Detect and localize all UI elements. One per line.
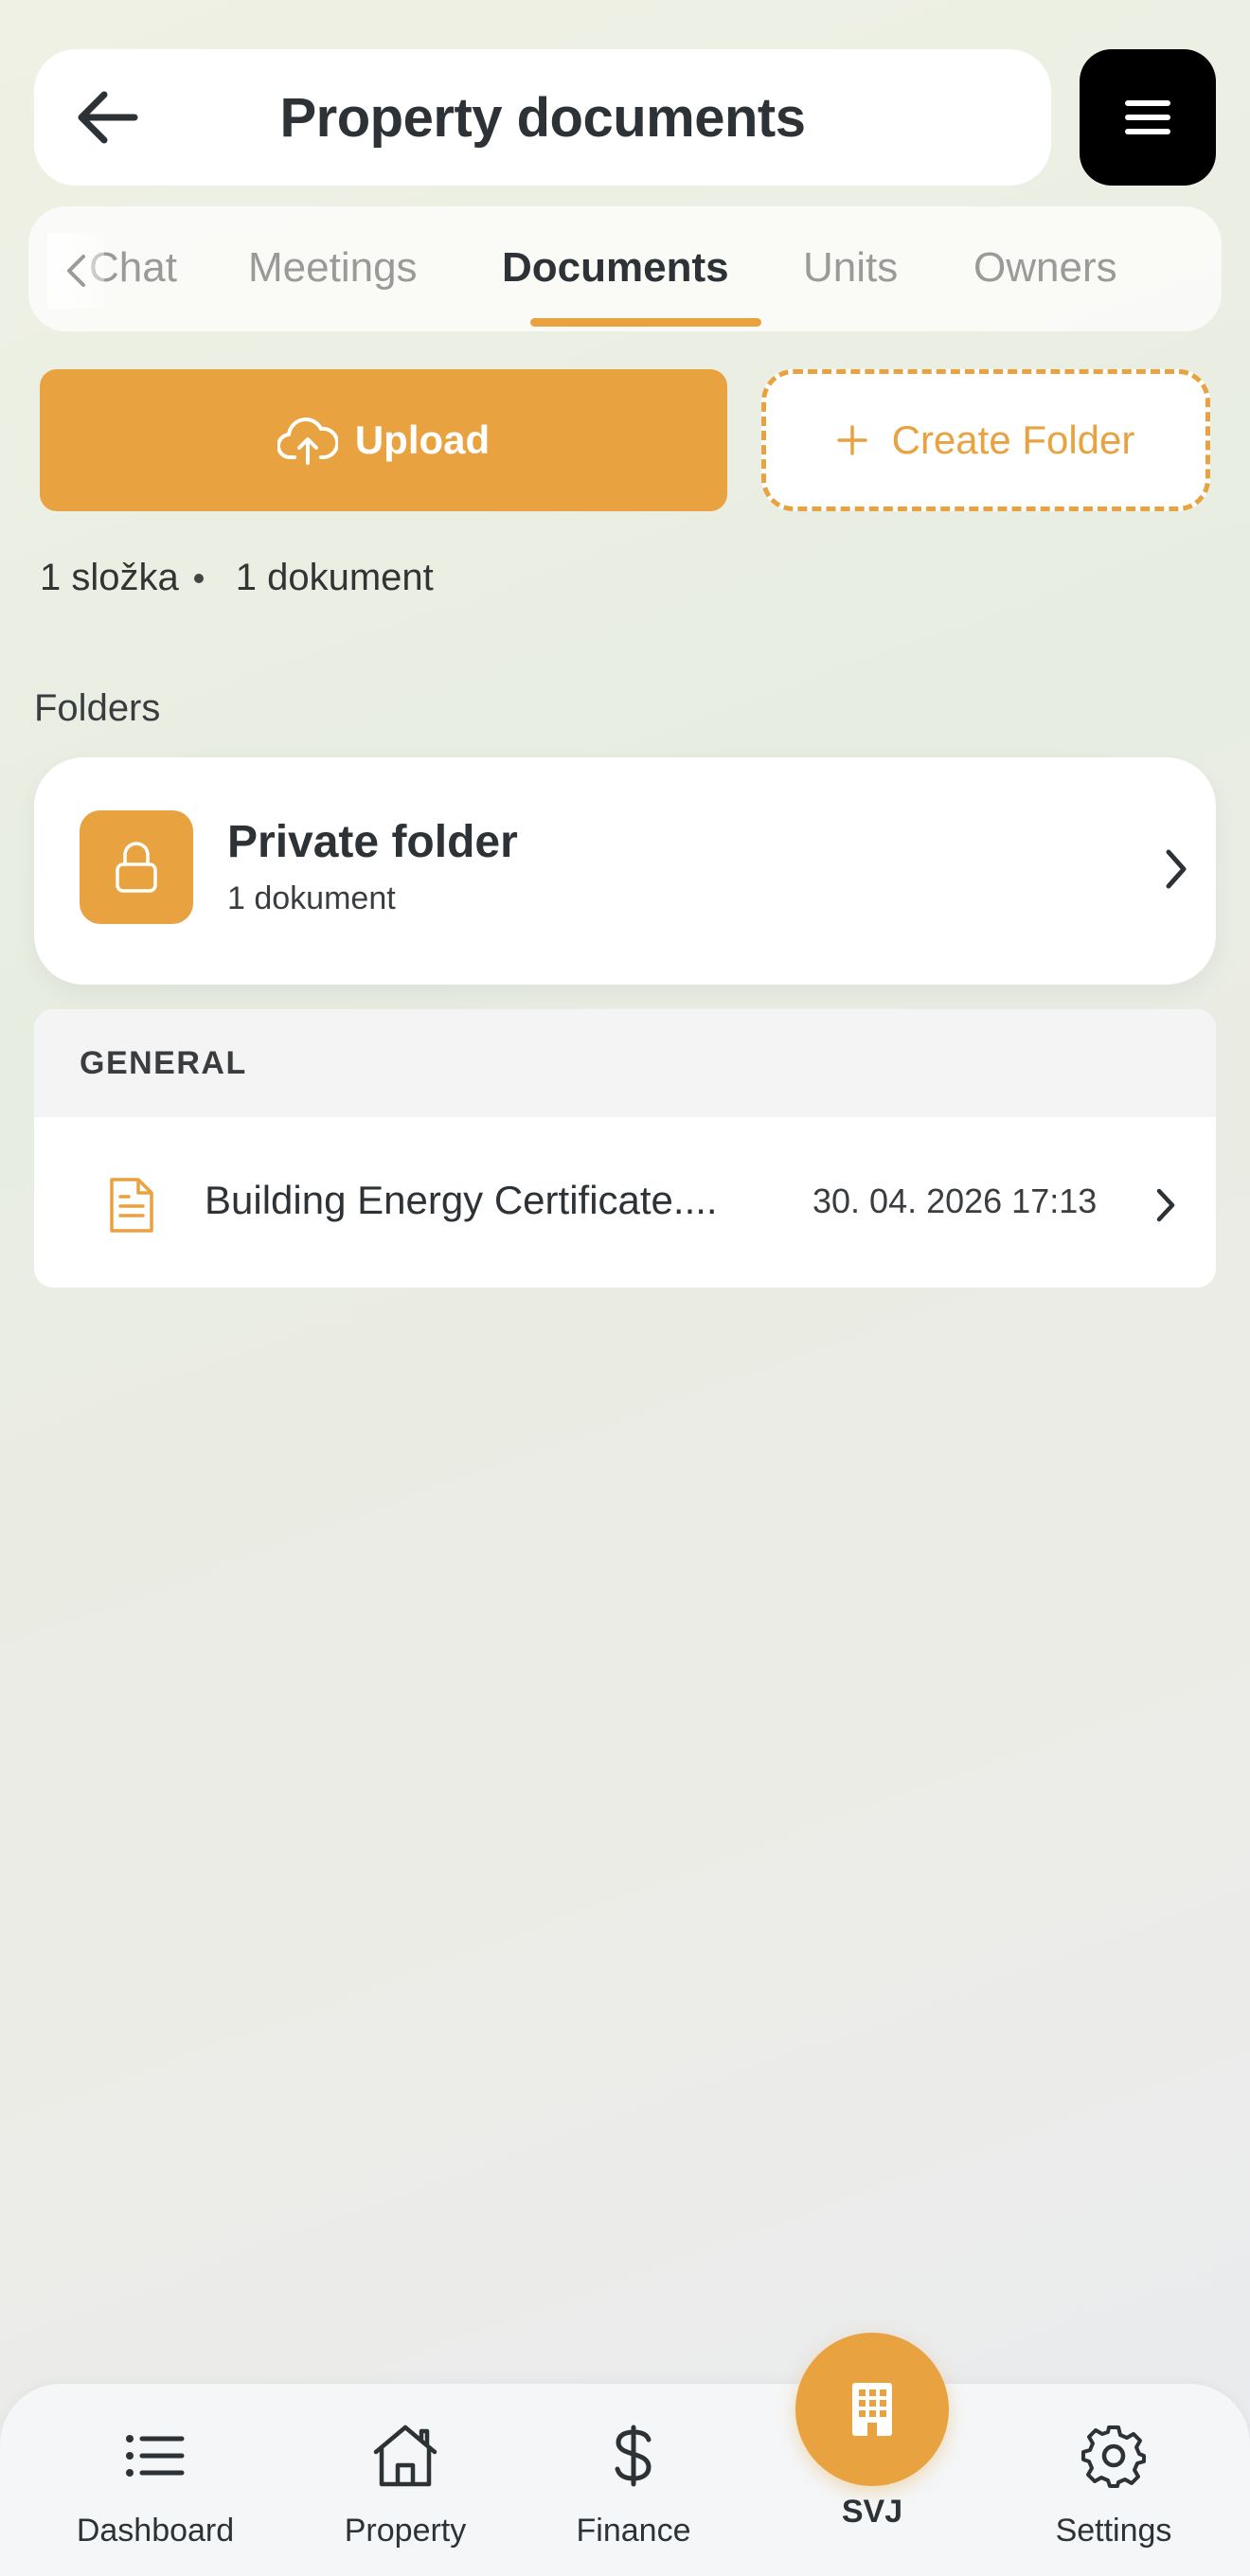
- folder-name: Private folder: [227, 817, 518, 867]
- separator-dot: [193, 573, 204, 583]
- nav-label: Finance: [576, 2513, 691, 2549]
- document-date: 30. 04. 2026 17:13: [812, 1181, 1098, 1220]
- plus-icon: [836, 425, 867, 455]
- nav-label: Property: [344, 2513, 467, 2549]
- create-folder-button[interactable]: Create Folder: [761, 369, 1210, 511]
- cloud-upload-icon: [277, 417, 338, 465]
- nav-property[interactable]: Property: [301, 2418, 509, 2550]
- tab-owners[interactable]: Owners: [973, 244, 1117, 292]
- back-button[interactable]: [72, 83, 144, 151]
- tab-units[interactable]: Units: [803, 244, 898, 292]
- list-icon: [125, 2418, 186, 2494]
- building-icon: [852, 2383, 892, 2436]
- tab-bar: Chat Meetings Documents Units Owners: [28, 206, 1222, 331]
- nav-svj-button[interactable]: [795, 2333, 949, 2486]
- group-header: GENERAL: [34, 1009, 1216, 1117]
- folder-document-count: 1 dokument: [227, 880, 396, 916]
- document-group: GENERAL Building Energy Certificate.... …: [34, 1009, 1216, 1288]
- nav-dashboard[interactable]: Dashboard: [51, 2418, 259, 2550]
- gear-icon: [1081, 2418, 1146, 2494]
- document-row[interactable]: Building Energy Certificate.... 30. 04. …: [34, 1117, 1216, 1288]
- folder-count: 1 složka: [40, 557, 179, 598]
- tab-documents[interactable]: Documents: [502, 244, 729, 292]
- create-folder-label: Create Folder: [891, 417, 1135, 462]
- tab-meetings[interactable]: Meetings: [248, 244, 418, 292]
- folders-section-label: Folders: [34, 687, 161, 729]
- folder-item[interactable]: Private folder 1 dokument: [34, 757, 1216, 985]
- bottom-navigation: Dashboard Property Finance Settings: [0, 2384, 1250, 2576]
- chevron-right-icon: [1148, 841, 1205, 897]
- nav-label: Settings: [1055, 2513, 1172, 2549]
- tab-scroll-left-button[interactable]: [47, 233, 104, 309]
- chevron-right-icon: [1140, 1180, 1191, 1231]
- document-summary: 1 složka 1 dokument: [40, 557, 434, 599]
- folder-icon-box: [80, 810, 193, 924]
- nav-finance[interactable]: Finance: [529, 2418, 738, 2550]
- house-icon: [372, 2418, 438, 2494]
- dollar-icon: [613, 2418, 654, 2494]
- header-card: Property documents: [34, 49, 1051, 186]
- nav-label: Dashboard: [76, 2513, 235, 2549]
- hamburger-menu-icon: [1125, 100, 1170, 134]
- upload-button[interactable]: Upload: [40, 369, 727, 511]
- nav-svj-label: SVJ: [841, 2494, 903, 2530]
- chevron-left-icon: [67, 255, 85, 287]
- active-tab-indicator: [530, 318, 761, 327]
- page-title: Property documents: [279, 86, 807, 149]
- lock-icon: [116, 842, 157, 893]
- arrow-left-icon: [78, 91, 138, 144]
- nav-settings[interactable]: Settings: [1009, 2418, 1218, 2550]
- upload-label: Upload: [354, 417, 491, 462]
- document-count: 1 dokument: [235, 557, 434, 598]
- document-icon: [110, 1178, 153, 1233]
- menu-button[interactable]: [1080, 49, 1216, 186]
- document-name: Building Energy Certificate....: [205, 1178, 718, 1222]
